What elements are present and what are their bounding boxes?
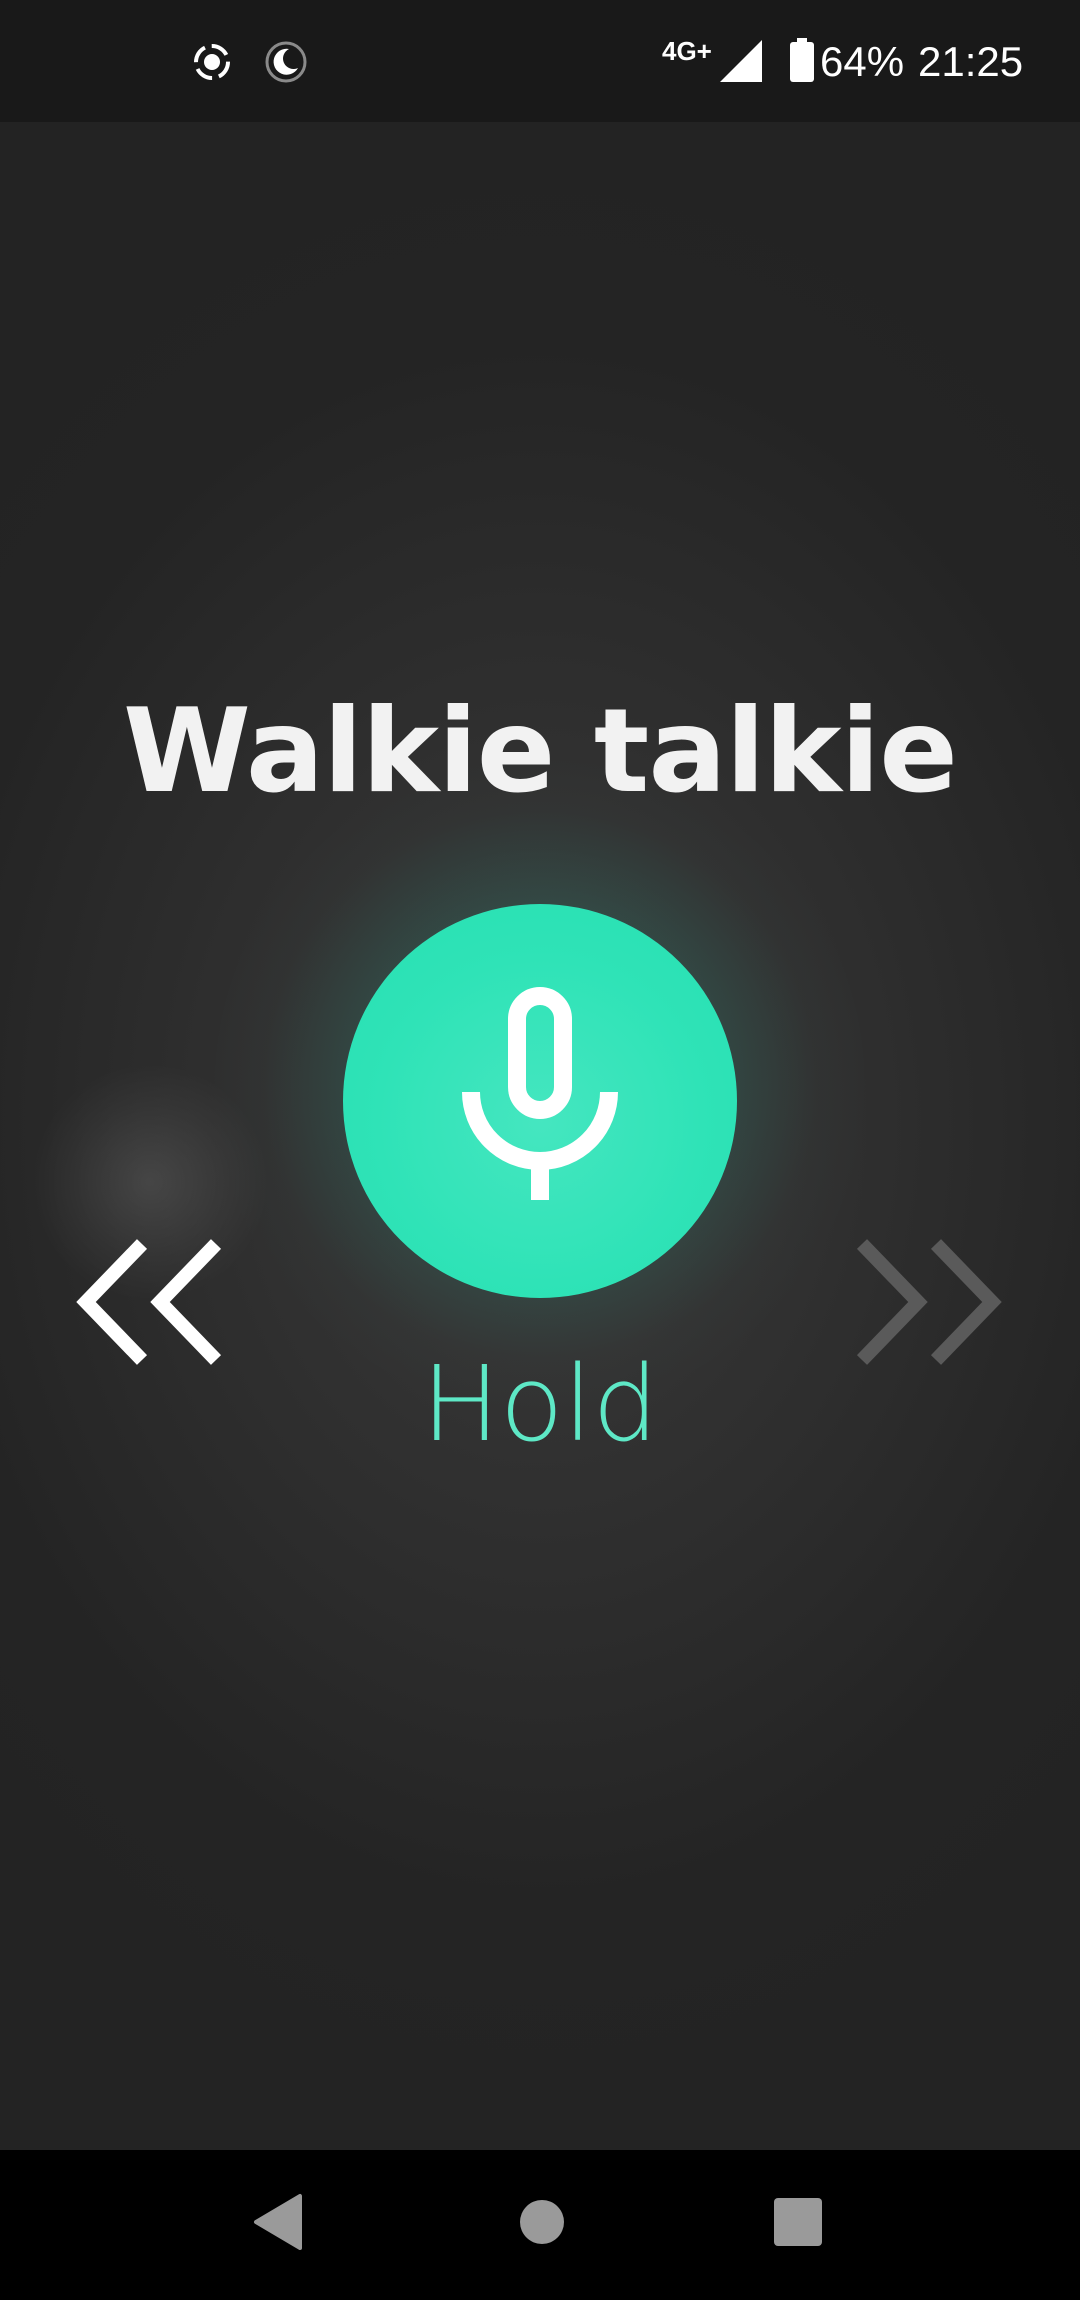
double-chevron-right-icon: [856, 1239, 1002, 1365]
main-area: Walkie talkie Hold: [0, 122, 1080, 2150]
push-to-talk-button[interactable]: [343, 904, 737, 1298]
battery-icon: [790, 38, 814, 86]
network-type-label: 4G+: [662, 36, 712, 66]
home-icon[interactable]: [510, 2190, 574, 2258]
do-not-disturb-moon-icon: [264, 40, 308, 88]
battery-percent: 64%: [820, 38, 905, 85]
status-bar: 4G+ 64% 21:25: [0, 0, 1080, 122]
navigation-bar: [0, 2150, 1080, 2300]
cellular-signal-icon: [720, 40, 762, 86]
page-title: Walkie talkie: [123, 684, 958, 819]
clock: 21:25: [918, 38, 1024, 85]
screen-record-icon: [190, 40, 234, 88]
recents-icon[interactable]: [766, 2190, 830, 2258]
screen: 4G+ 64% 21:25 Walkie talkie Hold: [0, 0, 1080, 2300]
next-button[interactable]: [852, 1238, 1002, 1370]
microphone-icon: [462, 987, 618, 1200]
back-icon[interactable]: [250, 2190, 306, 2258]
